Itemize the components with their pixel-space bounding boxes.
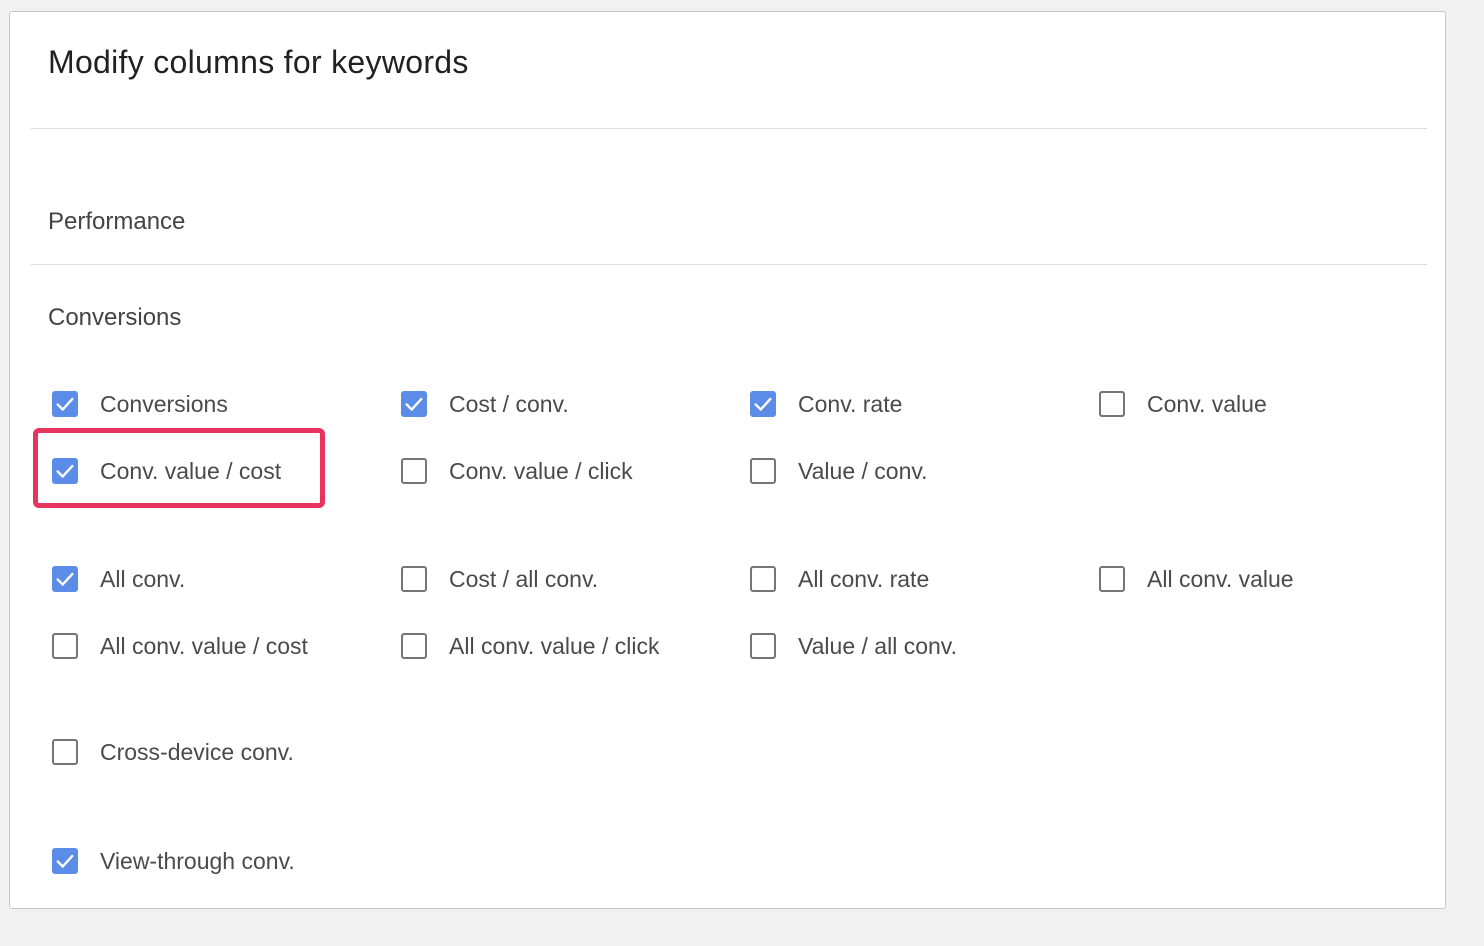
checkbox-checked[interactable]: [750, 391, 776, 417]
checkbox-unchecked[interactable]: [750, 566, 776, 592]
option-cost-all-conv[interactable]: Cost / all conv.: [401, 562, 598, 596]
section-conversions: Conversions: [48, 304, 182, 331]
checkbox-unchecked[interactable]: [750, 458, 776, 484]
option-label: Value / all conv.: [798, 632, 957, 659]
option-label: Conv. value / cost: [100, 457, 282, 484]
option-conv-value[interactable]: Conv. value: [1099, 387, 1267, 421]
checkbox-unchecked[interactable]: [750, 633, 776, 659]
option-label: All conv. value / cost: [100, 632, 308, 659]
checkbox-unchecked[interactable]: [52, 633, 78, 659]
option-conv-rate[interactable]: Conv. rate: [750, 387, 902, 421]
option-label: Cost / all conv.: [449, 565, 599, 592]
title-divider: [31, 128, 1427, 129]
option-all-conv-rate[interactable]: All conv. rate: [750, 562, 929, 596]
option-conv-value-click[interactable]: Conv. value / click: [401, 454, 633, 488]
checkbox-unchecked[interactable]: [52, 739, 78, 765]
option-label: Cross-device conv.: [100, 738, 294, 765]
check-icon: [56, 572, 74, 586]
checkbox-checked[interactable]: [52, 848, 78, 874]
checkbox-unchecked[interactable]: [401, 633, 427, 659]
checkbox-unchecked[interactable]: [401, 566, 427, 592]
option-label: All conv. rate: [798, 565, 930, 592]
checkbox-checked[interactable]: [52, 566, 78, 592]
check-icon: [405, 397, 423, 411]
check-icon: [56, 464, 74, 478]
option-value-all-conv[interactable]: Value / all conv.: [750, 629, 957, 663]
option-label: Conv. value / click: [449, 457, 633, 484]
checkbox-checked[interactable]: [52, 391, 78, 417]
section-performance[interactable]: Performance: [48, 208, 185, 236]
option-cross-device-conv[interactable]: Cross-device conv.: [52, 735, 294, 769]
option-all-conv-value-click[interactable]: All conv. value / click: [401, 629, 659, 663]
option-label: Conversions: [100, 390, 228, 417]
check-icon: [754, 397, 772, 411]
section-divider: [31, 264, 1427, 265]
check-icon: [56, 397, 74, 411]
option-conv-value-cost[interactable]: Conv. value / cost: [52, 454, 281, 488]
checkbox-unchecked[interactable]: [1099, 566, 1125, 592]
checkbox-checked[interactable]: [401, 391, 427, 417]
option-label: Value / conv.: [798, 457, 928, 484]
dialog-title: Modify columns for keywords: [48, 44, 469, 80]
check-icon: [56, 854, 74, 868]
option-conversions[interactable]: Conversions: [52, 387, 228, 421]
option-all-conv-value[interactable]: All conv. value: [1099, 562, 1294, 596]
option-view-through-conv[interactable]: View-through conv.: [52, 844, 295, 878]
option-label: Conv. value: [1147, 390, 1267, 417]
checkbox-checked[interactable]: [52, 458, 78, 484]
modify-columns-dialog: Modify columns for keywords Performance …: [9, 11, 1446, 909]
checkbox-unchecked[interactable]: [1099, 391, 1125, 417]
option-all-conv[interactable]: All conv.: [52, 562, 185, 596]
option-label: Conv. rate: [798, 390, 903, 417]
option-label: All conv.: [100, 565, 186, 592]
option-all-conv-value-cost[interactable]: All conv. value / cost: [52, 629, 308, 663]
option-cost-conv[interactable]: Cost / conv.: [401, 387, 569, 421]
option-label: View-through conv.: [100, 847, 295, 874]
option-label: All conv. value: [1147, 565, 1294, 592]
option-label: Cost / conv.: [449, 390, 569, 417]
option-value-conv[interactable]: Value / conv.: [750, 454, 928, 488]
option-label: All conv. value / click: [449, 632, 660, 659]
checkbox-unchecked[interactable]: [401, 458, 427, 484]
